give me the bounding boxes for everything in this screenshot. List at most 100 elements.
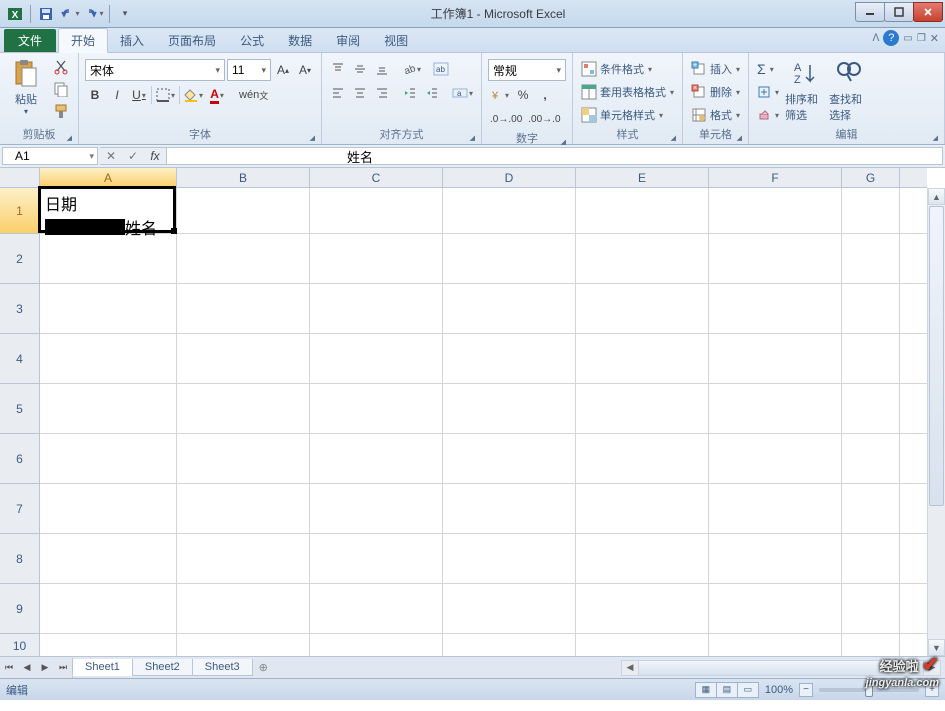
col-header-E[interactable]: E bbox=[576, 168, 709, 187]
zoom-slider[interactable] bbox=[819, 688, 919, 692]
tab-layout[interactable]: 页面布局 bbox=[156, 29, 228, 52]
undo-icon[interactable] bbox=[59, 3, 81, 25]
row-header-3[interactable]: 3 bbox=[0, 284, 39, 334]
increase-font-icon[interactable]: A▴ bbox=[273, 60, 293, 80]
tab-data[interactable]: 数据 bbox=[276, 29, 324, 52]
cell-styles-button[interactable]: 单元格样式 bbox=[579, 105, 676, 125]
cell[interactable] bbox=[709, 188, 842, 233]
cell[interactable] bbox=[842, 434, 900, 483]
decrease-font-icon[interactable]: A▾ bbox=[295, 60, 315, 80]
cell[interactable] bbox=[310, 234, 443, 283]
cell[interactable] bbox=[443, 534, 576, 583]
cell[interactable] bbox=[576, 584, 709, 633]
format-table-button[interactable]: 套用表格格式 bbox=[579, 82, 676, 102]
cell[interactable] bbox=[40, 634, 177, 656]
cell[interactable] bbox=[842, 234, 900, 283]
align-bottom-icon[interactable] bbox=[372, 59, 392, 79]
file-tab[interactable]: 文件 bbox=[4, 29, 56, 52]
cell[interactable] bbox=[443, 484, 576, 533]
cell[interactable] bbox=[443, 384, 576, 433]
scroll-right-icon[interactable]: ▶ bbox=[924, 661, 940, 675]
sheet-tab-1[interactable]: Sheet1 bbox=[72, 659, 133, 676]
tab-formulas[interactable]: 公式 bbox=[228, 29, 276, 52]
horizontal-scrollbar[interactable]: ◀ ▶ bbox=[621, 660, 941, 676]
percent-icon[interactable]: % bbox=[513, 85, 533, 105]
format-painter-icon[interactable] bbox=[50, 101, 72, 121]
delete-cells-button[interactable]: ×删除 bbox=[689, 82, 742, 102]
col-header-A[interactable]: A bbox=[40, 168, 177, 187]
col-header-D[interactable]: D bbox=[443, 168, 576, 187]
fill-button[interactable] bbox=[755, 82, 781, 102]
format-cells-button[interactable]: 格式 bbox=[689, 105, 742, 125]
wb-minimize-icon[interactable]: ▭ bbox=[903, 33, 912, 44]
cell[interactable] bbox=[40, 434, 177, 483]
cell[interactable] bbox=[709, 584, 842, 633]
cell[interactable] bbox=[842, 534, 900, 583]
tab-nav-next-icon[interactable]: ▶ bbox=[36, 658, 54, 678]
clear-button[interactable] bbox=[755, 105, 781, 125]
cell[interactable] bbox=[576, 188, 709, 233]
cell[interactable] bbox=[576, 284, 709, 333]
row-header-1[interactable]: 1 bbox=[0, 188, 39, 234]
cell[interactable] bbox=[842, 584, 900, 633]
cell[interactable] bbox=[443, 434, 576, 483]
cell[interactable] bbox=[177, 334, 310, 383]
cell[interactable] bbox=[40, 334, 177, 383]
save-icon[interactable] bbox=[35, 3, 57, 25]
cell[interactable] bbox=[443, 284, 576, 333]
cell[interactable] bbox=[709, 434, 842, 483]
cell[interactable] bbox=[576, 634, 709, 656]
border-icon[interactable] bbox=[154, 85, 177, 105]
scroll-down-icon[interactable]: ▼ bbox=[928, 639, 945, 656]
phonetic-icon[interactable]: wén文 bbox=[237, 85, 270, 105]
close-button[interactable] bbox=[913, 2, 943, 22]
font-size-select[interactable]: 11 bbox=[227, 59, 271, 81]
col-header-F[interactable]: F bbox=[709, 168, 842, 187]
underline-icon[interactable]: U bbox=[129, 85, 149, 105]
currency-icon[interactable]: ¥ bbox=[488, 85, 511, 105]
cell[interactable] bbox=[576, 484, 709, 533]
cell[interactable] bbox=[576, 534, 709, 583]
fill-color-icon[interactable] bbox=[182, 85, 205, 105]
cell[interactable] bbox=[310, 534, 443, 583]
wb-restore-icon[interactable]: ❐ bbox=[917, 33, 926, 44]
redo-icon[interactable] bbox=[83, 3, 105, 25]
cell[interactable] bbox=[310, 584, 443, 633]
cell[interactable] bbox=[842, 484, 900, 533]
cell[interactable] bbox=[709, 634, 842, 656]
row-header-6[interactable]: 6 bbox=[0, 434, 39, 484]
row-header-10[interactable]: 10 bbox=[0, 634, 39, 656]
scroll-left-icon[interactable]: ◀ bbox=[622, 661, 638, 675]
cell[interactable] bbox=[177, 234, 310, 283]
cell[interactable] bbox=[310, 334, 443, 383]
cell[interactable] bbox=[177, 384, 310, 433]
cell[interactable] bbox=[576, 434, 709, 483]
excel-icon[interactable]: X bbox=[4, 3, 26, 25]
view-break-icon[interactable]: ▭ bbox=[737, 682, 759, 698]
cell[interactable] bbox=[842, 634, 900, 656]
vertical-scrollbar[interactable]: ▲ ▼ bbox=[927, 188, 945, 656]
wrap-text-icon[interactable]: ab bbox=[431, 59, 451, 79]
new-sheet-icon[interactable]: ⊕ bbox=[253, 659, 274, 676]
cut-icon[interactable] bbox=[50, 57, 72, 77]
cell[interactable] bbox=[443, 584, 576, 633]
cell[interactable] bbox=[40, 484, 177, 533]
align-middle-icon[interactable] bbox=[350, 59, 370, 79]
increase-decimal-icon[interactable]: .0→.00 bbox=[488, 109, 524, 129]
name-box[interactable]: A1 bbox=[2, 147, 98, 165]
row-header-8[interactable]: 8 bbox=[0, 534, 39, 584]
view-layout-icon[interactable]: ▤ bbox=[716, 682, 738, 698]
cell[interactable] bbox=[310, 284, 443, 333]
fx-icon[interactable]: fx bbox=[144, 148, 166, 164]
formula-input[interactable]: 姓名 bbox=[167, 147, 943, 165]
cell[interactable] bbox=[709, 534, 842, 583]
cell[interactable] bbox=[177, 434, 310, 483]
zoom-out-icon[interactable]: − bbox=[799, 683, 813, 697]
decrease-decimal-icon[interactable]: .00→.0 bbox=[526, 109, 562, 129]
tab-home[interactable]: 开始 bbox=[58, 28, 108, 53]
cells-area[interactable]: 日期姓名 bbox=[40, 188, 927, 656]
select-all-corner[interactable] bbox=[0, 168, 40, 188]
zoom-level[interactable]: 100% bbox=[765, 684, 793, 696]
cell[interactable] bbox=[177, 188, 310, 233]
view-normal-icon[interactable]: ▦ bbox=[695, 682, 717, 698]
